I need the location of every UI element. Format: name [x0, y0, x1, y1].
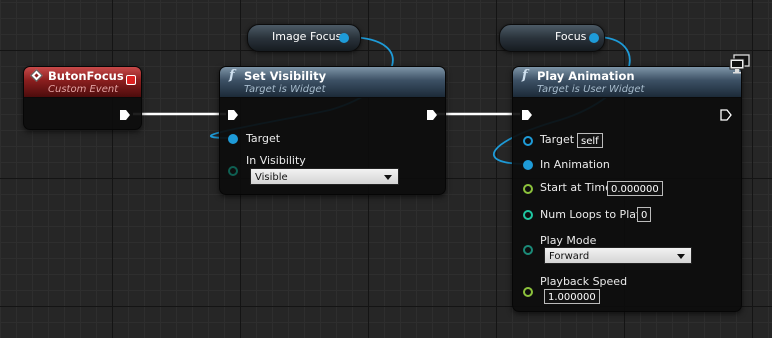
- playback-speed-input[interactable]: 1.000000: [544, 289, 600, 304]
- reroute-focus-label: Focus: [555, 30, 587, 43]
- play-animation-target-pin[interactable]: [523, 136, 533, 146]
- reroute-image-focus-label: Image Focus: [272, 30, 342, 43]
- in-visibility-pin[interactable]: [228, 166, 238, 176]
- set-visibility-exec-input-pin[interactable]: [227, 109, 239, 121]
- chevron-down-icon: [677, 254, 685, 259]
- in-visibility-dropdown[interactable]: Visible: [250, 168, 399, 185]
- function-icon: f: [522, 68, 528, 83]
- event-node-butonfocus[interactable]: ButonFocus Custom Event: [23, 66, 142, 130]
- play-animation-target-value[interactable]: self: [577, 133, 603, 148]
- set-visibility-node[interactable]: f Set Visibility Target is Widget Target…: [219, 66, 446, 195]
- play-animation-header[interactable]: f Play Animation Target is User Widget: [513, 67, 741, 98]
- event-exec-output-pin[interactable]: [119, 109, 131, 121]
- in-animation-pin[interactable]: [523, 160, 533, 170]
- play-mode-pin[interactable]: [523, 245, 533, 255]
- event-node-title: ButonFocus: [48, 69, 124, 83]
- reroute-image-focus[interactable]: Image Focus: [247, 24, 361, 52]
- start-at-time-pin[interactable]: [523, 184, 533, 194]
- in-visibility-label: In Visibility: [246, 154, 306, 167]
- set-visibility-subtitle: Target is Widget: [244, 84, 326, 95]
- event-node-header[interactable]: ButonFocus Custom Event: [24, 67, 141, 98]
- set-visibility-title: Set Visibility: [244, 69, 327, 83]
- playback-speed-label: Playback Speed: [540, 275, 628, 288]
- chevron-down-icon: [384, 175, 392, 180]
- set-visibility-target-pin[interactable]: [228, 134, 238, 144]
- num-loops-pin[interactable]: [523, 210, 533, 220]
- in-visibility-value: Visible: [255, 172, 288, 183]
- set-visibility-header[interactable]: f Set Visibility Target is Widget: [220, 67, 445, 98]
- play-animation-subtitle: Target is User Widget: [537, 84, 645, 95]
- num-loops-label: Num Loops to Play: [540, 208, 643, 221]
- num-loops-input[interactable]: 0: [637, 207, 652, 222]
- event-node-subtitle: Custom Event: [48, 84, 119, 95]
- event-delegate-pin[interactable]: [126, 75, 136, 85]
- set-visibility-exec-output-pin[interactable]: [426, 109, 438, 121]
- image-focus-output-pin[interactable]: [339, 33, 349, 43]
- play-mode-label: Play Mode: [540, 234, 597, 247]
- play-animation-exec-output-pin[interactable]: [720, 109, 732, 121]
- play-mode-value: Forward: [549, 251, 590, 262]
- playback-speed-pin[interactable]: [523, 287, 533, 297]
- in-animation-label: In Animation: [540, 158, 610, 171]
- monitor-icon: [729, 54, 750, 74]
- play-mode-dropdown[interactable]: Forward: [544, 247, 692, 264]
- play-animation-title: Play Animation: [537, 69, 635, 83]
- play-animation-exec-input-pin[interactable]: [521, 109, 533, 121]
- start-at-time-input[interactable]: 0.000000: [607, 181, 663, 196]
- reroute-focus[interactable]: Focus: [499, 24, 605, 52]
- function-icon: f: [229, 68, 235, 83]
- focus-output-pin[interactable]: [589, 33, 599, 43]
- start-at-time-label: Start at Time: [540, 181, 612, 194]
- set-visibility-target-label: Target: [246, 132, 281, 145]
- event-diamond-icon: [30, 69, 43, 82]
- play-animation-node[interactable]: f Play Animation Target is User Widget T…: [512, 66, 742, 312]
- play-animation-target-label: Target: [540, 133, 575, 146]
